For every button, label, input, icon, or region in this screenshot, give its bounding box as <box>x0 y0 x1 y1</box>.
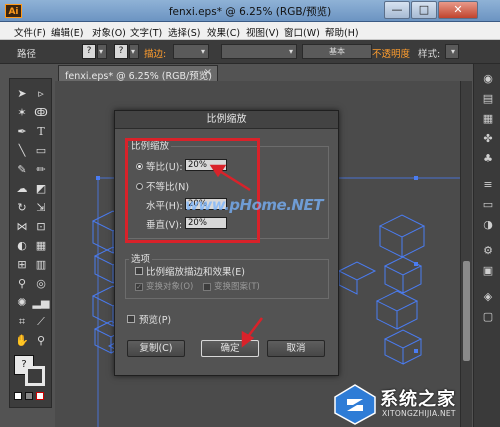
site-logo-title: 系统之家 <box>380 389 456 410</box>
arrow-to-uniform-field <box>217 168 251 192</box>
site-logo-url: XITONGZHIJIA.NET <box>382 409 456 418</box>
site-logo: 系统之家 XITONGZHIJIA.NET <box>330 382 498 427</box>
site-logo-icon <box>334 384 376 425</box>
arrow-to-ok-button <box>246 317 263 339</box>
site-watermark: www.pHome.NET <box>185 196 323 214</box>
